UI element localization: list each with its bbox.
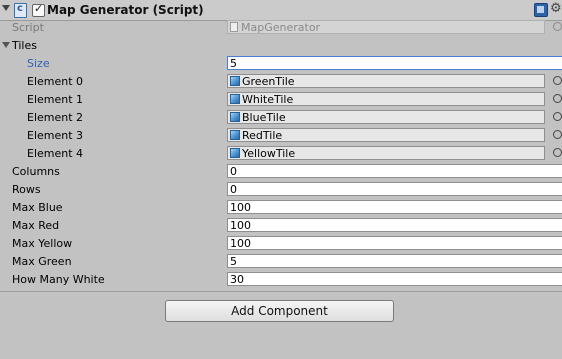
element-label: Element 2 [27, 111, 84, 124]
max-yellow-input[interactable]: 100 [227, 236, 562, 250]
object-picker-icon[interactable] [553, 94, 562, 103]
field-value: 30 [230, 273, 244, 286]
element-value: YellowTile [242, 147, 296, 160]
field-row-columns: Columns 0 [0, 163, 562, 181]
object-picker-icon[interactable] [553, 76, 562, 85]
element-label: Element 3 [27, 129, 84, 142]
max-red-input[interactable]: 100 [227, 218, 562, 232]
field-row-max-red: Max Red 100 [0, 217, 562, 235]
columns-input[interactable]: 0 [227, 164, 562, 178]
field-label: Rows [12, 183, 41, 196]
field-label: Max Blue [12, 201, 63, 214]
tile-element-row: Element 3 RedTile [0, 127, 562, 145]
component-header[interactable]: c ✓ Map Generator (Script) ⚙ [0, 0, 562, 21]
element-value: RedTile [242, 129, 283, 142]
inspector-divider [0, 291, 562, 292]
element-label: Element 4 [27, 147, 84, 160]
csharp-script-icon: c [14, 3, 27, 18]
how-many-white-input[interactable]: 30 [227, 272, 562, 286]
field-label: Max Yellow [12, 237, 73, 250]
field-value: 0 [230, 183, 237, 196]
field-row-max-green: Max Green 5 [0, 253, 562, 271]
field-row-max-yellow: Max Yellow 100 [0, 235, 562, 253]
element-object-field[interactable]: GreenTile [227, 74, 545, 88]
field-value: 5 [230, 255, 237, 268]
help-icon[interactable] [534, 3, 548, 17]
element-value: BlueTile [242, 111, 286, 124]
tile-element-row: Element 0 GreenTile [0, 73, 562, 91]
prefab-cube-icon [230, 94, 240, 104]
gear-icon[interactable]: ⚙ [550, 1, 562, 17]
element-label: Element 0 [27, 75, 84, 88]
tiles-foldout[interactable]: Tiles [0, 37, 562, 55]
element-value: WhiteTile [242, 93, 294, 106]
field-label: Max Green [12, 255, 72, 268]
script-row: Script MapGenerator [0, 19, 562, 37]
rows-input[interactable]: 0 [227, 182, 562, 196]
object-picker-icon[interactable] [553, 22, 562, 31]
prefab-cube-icon [230, 148, 240, 158]
script-file-icon [230, 22, 238, 32]
element-object-field[interactable]: RedTile [227, 128, 545, 142]
size-label: Size [27, 57, 50, 70]
size-input[interactable]: 5 [227, 56, 562, 70]
field-label: Columns [12, 165, 60, 178]
prefab-cube-icon [230, 76, 240, 86]
field-row-max-blue: Max Blue 100 [0, 199, 562, 217]
field-value: 100 [230, 237, 251, 250]
component-enabled-checkbox[interactable]: ✓ [32, 2, 45, 17]
field-label: How Many White [12, 273, 105, 286]
field-value: 100 [230, 201, 251, 214]
object-picker-icon[interactable] [553, 130, 562, 139]
field-label: Max Red [12, 219, 60, 232]
tile-element-row: Element 1 WhiteTile [0, 91, 562, 109]
field-value: 100 [230, 219, 251, 232]
add-component-button[interactable]: Add Component [165, 300, 394, 322]
max-green-input[interactable]: 5 [227, 254, 562, 268]
tile-element-row: Element 4 YellowTile [0, 145, 562, 163]
tiles-size-row: Size 5 [0, 55, 562, 73]
component-title: Map Generator (Script) [47, 3, 204, 17]
field-row-rows: Rows 0 [0, 181, 562, 199]
script-label: Script [12, 21, 44, 34]
tiles-foldout-arrow-icon[interactable] [2, 42, 10, 48]
tile-element-row: Element 2 BlueTile [0, 109, 562, 127]
tiles-label: Tiles [12, 39, 37, 52]
max-blue-input[interactable]: 100 [227, 200, 562, 214]
field-row-how-many-white: How Many White 30 [0, 271, 562, 289]
object-picker-icon[interactable] [553, 112, 562, 121]
element-object-field[interactable]: WhiteTile [227, 92, 545, 106]
element-label: Element 1 [27, 93, 84, 106]
element-object-field[interactable]: BlueTile [227, 110, 545, 124]
element-value: GreenTile [242, 75, 295, 88]
element-object-field[interactable]: YellowTile [227, 146, 545, 160]
object-picker-icon[interactable] [553, 148, 562, 157]
size-value: 5 [230, 57, 237, 70]
script-value: MapGenerator [241, 21, 321, 34]
script-field[interactable]: MapGenerator [227, 20, 545, 34]
component-foldout-arrow-icon[interactable] [2, 5, 10, 11]
prefab-cube-icon [230, 130, 240, 140]
prefab-cube-icon [230, 112, 240, 122]
field-value: 0 [230, 165, 237, 178]
